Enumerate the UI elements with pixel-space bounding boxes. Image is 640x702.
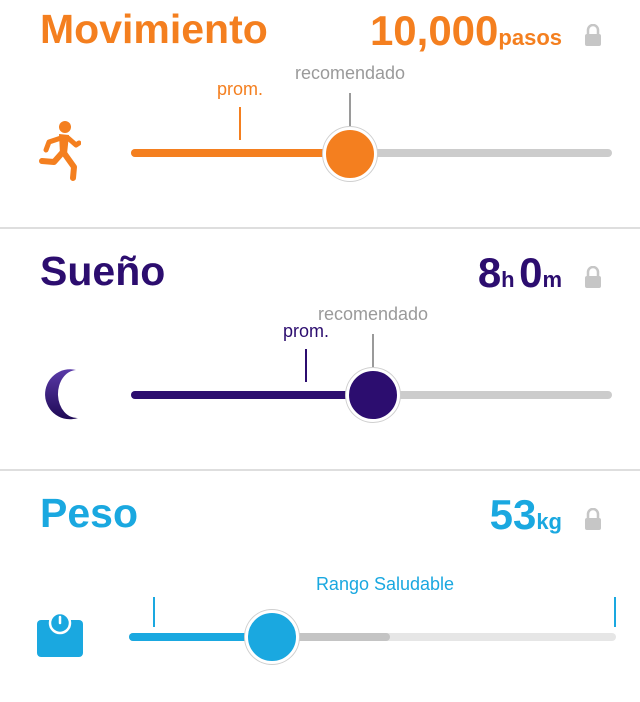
movement-value: 10,000pasos <box>370 10 562 52</box>
sleep-hours-unit: h <box>501 267 515 292</box>
healthy-range-start-marker <box>153 597 155 627</box>
movement-title: Movimiento <box>40 6 268 52</box>
average-marker <box>305 349 307 382</box>
sleep-title: Sueño <box>40 248 166 294</box>
movement-value-number: 10,000 <box>369 7 499 54</box>
movement-slider-fill <box>131 149 350 157</box>
recommended-marker <box>349 93 351 128</box>
weight-value-number: 53 <box>489 491 537 538</box>
movement-section: Movimiento 10,000pasos recomendado prom. <box>0 0 640 227</box>
weight-section: Peso 53kg Rango Saludable <box>0 471 640 702</box>
healthy-range-label: Rango Saludable <box>315 574 455 594</box>
weight-value-unit: kg <box>536 509 562 534</box>
moon-icon <box>45 369 78 420</box>
sleep-value: 8h 0m <box>478 252 562 294</box>
recommended-label: recomendado <box>317 304 429 324</box>
healthy-range-end-marker <box>614 597 616 627</box>
lock-icon[interactable] <box>584 266 602 288</box>
weight-value: 53kg <box>490 494 562 536</box>
sleep-slider-handle[interactable] <box>346 368 400 422</box>
sleep-minutes: 0 <box>519 249 543 296</box>
average-marker <box>239 107 241 140</box>
recommended-marker <box>372 334 374 369</box>
sleep-hours: 8 <box>477 249 502 296</box>
weight-slider-handle[interactable] <box>245 610 299 664</box>
average-label: prom. <box>282 321 330 341</box>
sleep-slider-fill <box>131 391 373 399</box>
sleep-section: Sueño 8h 0m recomendado prom. <box>0 229 640 469</box>
recommended-label: recomendado <box>294 63 406 83</box>
lock-icon[interactable] <box>584 24 602 46</box>
running-person-icon <box>39 121 81 181</box>
average-label: prom. <box>216 79 264 99</box>
movement-slider-handle[interactable] <box>323 127 377 181</box>
weight-title: Peso <box>40 490 138 536</box>
movement-value-unit: pasos <box>498 25 562 50</box>
sleep-minutes-unit: m <box>542 267 562 292</box>
scale-icon <box>37 612 83 657</box>
lock-icon[interactable] <box>584 508 602 530</box>
